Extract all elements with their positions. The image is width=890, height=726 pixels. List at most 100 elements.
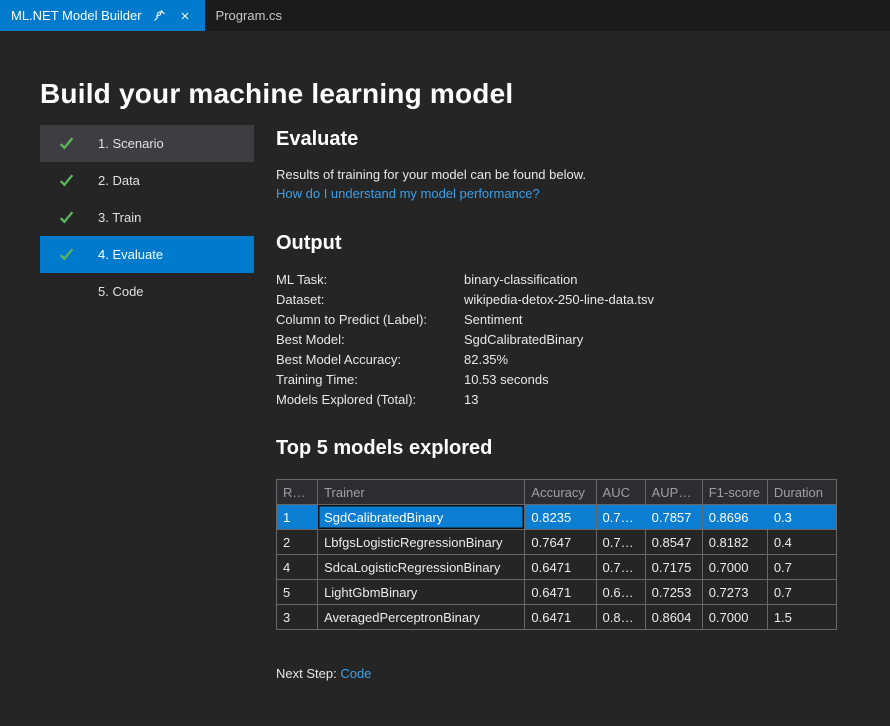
document-tab-bar: ML.NET Model Builder Program.cs (0, 0, 890, 31)
output-field-models-explored: Models Explored (Total): 13 (276, 390, 850, 410)
next-step-code-link[interactable]: Code (340, 666, 371, 681)
model-builder-page: Build your machine learning model 1. Sce… (0, 31, 890, 694)
field-value: 13 (464, 390, 478, 410)
cell-auprc[interactable]: 0.8604 (645, 605, 702, 630)
cell-rank[interactable]: 3 (277, 605, 318, 630)
output-field-label-column: Column to Predict (Label): Sentiment (276, 310, 850, 330)
table-row[interactable]: 5 LightGbmBinary 0.6471 0.6212 0.7253 0.… (277, 580, 837, 605)
pin-icon[interactable] (151, 7, 169, 25)
cell-auprc[interactable]: 0.7857 (645, 505, 702, 530)
models-table: Rank Trainer Accuracy AUC AUPRC F1-score… (276, 479, 837, 630)
page-columns: 1. Scenario 2. Data 3. Train (40, 125, 850, 694)
cell-accuracy[interactable]: 0.6471 (525, 605, 596, 630)
cell-auc[interactable]: 0.7424 (596, 555, 645, 580)
evaluate-description: Results of training for your model can b… (276, 167, 850, 182)
table-row[interactable]: 2 LbfgsLogisticRegressionBinary 0.7647 0… (277, 530, 837, 555)
cell-auc[interactable]: 0.7879 (596, 530, 645, 555)
cell-rank[interactable]: 2 (277, 530, 318, 555)
cell-trainer[interactable]: LightGbmBinary (318, 580, 525, 605)
column-header-trainer[interactable]: Trainer (318, 480, 525, 505)
step-label: 3. Train (98, 210, 141, 225)
table-row[interactable]: 1 SgdCalibratedBinary 0.8235 0.7576 0.78… (277, 505, 837, 530)
cell-accuracy[interactable]: 0.6471 (525, 580, 596, 605)
step-data[interactable]: 2. Data (40, 162, 254, 199)
cell-duration[interactable]: 0.4 (767, 530, 836, 555)
output-heading: Output (276, 232, 850, 255)
field-label: Training Time: (276, 370, 464, 390)
cell-duration[interactable]: 0.3 (767, 505, 836, 530)
models-heading: Top 5 models explored (276, 437, 850, 460)
tab-program-cs[interactable]: Program.cs (205, 0, 295, 31)
field-label: ML Task: (276, 270, 464, 290)
cell-auc[interactable]: 0.7576 (596, 505, 645, 530)
tab-label: ML.NET Model Builder (11, 8, 142, 23)
column-header-duration[interactable]: Duration (767, 480, 836, 505)
models-table-header: Rank Trainer Accuracy AUC AUPRC F1-score… (277, 480, 837, 505)
table-row[interactable]: 4 SdcaLogisticRegressionBinary 0.6471 0.… (277, 555, 837, 580)
check-icon (55, 208, 77, 228)
cell-trainer[interactable]: AveragedPerceptronBinary (318, 605, 525, 630)
output-fields: ML Task: binary-classification Dataset: … (276, 270, 850, 410)
check-icon (55, 134, 77, 154)
cell-trainer[interactable]: LbfgsLogisticRegressionBinary (318, 530, 525, 555)
cell-auprc[interactable]: 0.7175 (645, 555, 702, 580)
step-scenario[interactable]: 1. Scenario (40, 125, 254, 162)
column-header-auc[interactable]: AUC (596, 480, 645, 505)
field-label: Models Explored (Total): (276, 390, 464, 410)
column-header-accuracy[interactable]: Accuracy (525, 480, 596, 505)
step-evaluate[interactable]: 4. Evaluate (40, 236, 254, 273)
output-field-best-accuracy: Best Model Accuracy: 82.35% (276, 350, 850, 370)
cell-duration[interactable]: 1.5 (767, 605, 836, 630)
close-icon[interactable] (176, 7, 194, 25)
step-code[interactable]: 5. Code (40, 273, 254, 310)
cell-trainer[interactable]: SdcaLogisticRegressionBinary (318, 555, 525, 580)
vs-window: ML.NET Model Builder Program.cs Build yo… (0, 0, 890, 726)
cell-accuracy[interactable]: 0.8235 (525, 505, 596, 530)
cell-duration[interactable]: 0.7 (767, 555, 836, 580)
cell-f1-score[interactable]: 0.7273 (702, 580, 767, 605)
step-train[interactable]: 3. Train (40, 199, 254, 236)
column-header-f1-score[interactable]: F1-score (702, 480, 767, 505)
cell-auc[interactable]: 0.8030 (596, 605, 645, 630)
cell-accuracy[interactable]: 0.7647 (525, 530, 596, 555)
output-field-dataset: Dataset: wikipedia-detox-250-line-data.t… (276, 290, 850, 310)
cell-rank[interactable]: 4 (277, 555, 318, 580)
cell-duration[interactable]: 0.7 (767, 580, 836, 605)
next-step-label: Next Step: (276, 666, 337, 681)
cell-f1-score[interactable]: 0.7000 (702, 605, 767, 630)
output-field-ml-task: ML Task: binary-classification (276, 270, 850, 290)
tab-label: Program.cs (216, 8, 282, 23)
step-label: 1. Scenario (98, 136, 164, 151)
field-value: 82.35% (464, 350, 508, 370)
table-row[interactable]: 3 AveragedPerceptronBinary 0.6471 0.8030… (277, 605, 837, 630)
next-step-line: Next Step: Code (276, 666, 850, 681)
cell-f1-score[interactable]: 0.8696 (702, 505, 767, 530)
step-label: 5. Code (98, 284, 144, 299)
tab-mlnet-model-builder[interactable]: ML.NET Model Builder (0, 0, 205, 31)
cell-f1-score[interactable]: 0.7000 (702, 555, 767, 580)
field-value: SgdCalibratedBinary (464, 330, 583, 350)
evaluate-heading: Evaluate (276, 128, 850, 151)
step-label: 2. Data (98, 173, 140, 188)
column-header-auprc[interactable]: AUPRC (645, 480, 702, 505)
model-performance-link[interactable]: How do I understand my model performance… (276, 186, 540, 201)
cell-rank[interactable]: 5 (277, 580, 318, 605)
column-header-rank[interactable]: Rank (277, 480, 318, 505)
step-label: 4. Evaluate (98, 247, 163, 262)
cell-trainer[interactable]: SgdCalibratedBinary (318, 505, 525, 530)
field-value: 10.53 seconds (464, 370, 549, 390)
cell-f1-score[interactable]: 0.8182 (702, 530, 767, 555)
check-icon (55, 171, 77, 191)
field-label: Dataset: (276, 290, 464, 310)
steps-nav: 1. Scenario 2. Data 3. Train (40, 125, 254, 310)
cell-rank[interactable]: 1 (277, 505, 318, 530)
check-icon (55, 245, 77, 265)
cell-auprc[interactable]: 0.8547 (645, 530, 702, 555)
cell-auc[interactable]: 0.6212 (596, 580, 645, 605)
field-value: binary-classification (464, 270, 577, 290)
field-label: Column to Predict (Label): (276, 310, 464, 330)
output-field-best-model: Best Model: SgdCalibratedBinary (276, 330, 850, 350)
cell-accuracy[interactable]: 0.6471 (525, 555, 596, 580)
page-title: Build your machine learning model (40, 78, 850, 110)
cell-auprc[interactable]: 0.7253 (645, 580, 702, 605)
